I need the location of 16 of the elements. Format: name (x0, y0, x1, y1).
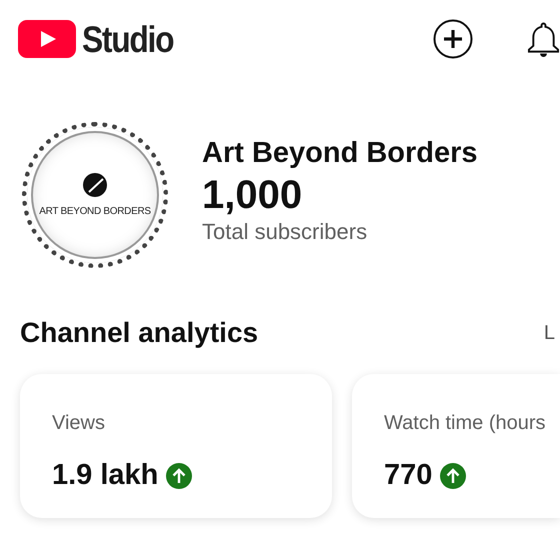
metric-card[interactable]: Watch time (hours 770 (352, 374, 560, 518)
studio-logo-text: Studio (82, 20, 174, 58)
create-icon[interactable] (433, 19, 473, 59)
youtube-logo-icon[interactable] (18, 20, 76, 58)
channel-name: Art Beyond Borders (202, 136, 478, 172)
brush-mark-icon (82, 172, 108, 198)
metric-label: Views (52, 411, 106, 436)
subscriber-count: 1,000 (202, 172, 304, 220)
avatar-logo-text: ART BEYOND BORDERS (39, 204, 151, 218)
metric-label: Watch time (hours (384, 411, 547, 436)
metric-card[interactable]: Views 1.9 lakh (20, 374, 332, 518)
metric-value: 1.9 lakh (52, 458, 158, 493)
metric-value: 770 (384, 458, 432, 493)
section-title: Channel analytics (20, 316, 258, 350)
see-more-link[interactable]: L (544, 318, 555, 348)
subscriber-label: Total subscribers (202, 219, 368, 246)
